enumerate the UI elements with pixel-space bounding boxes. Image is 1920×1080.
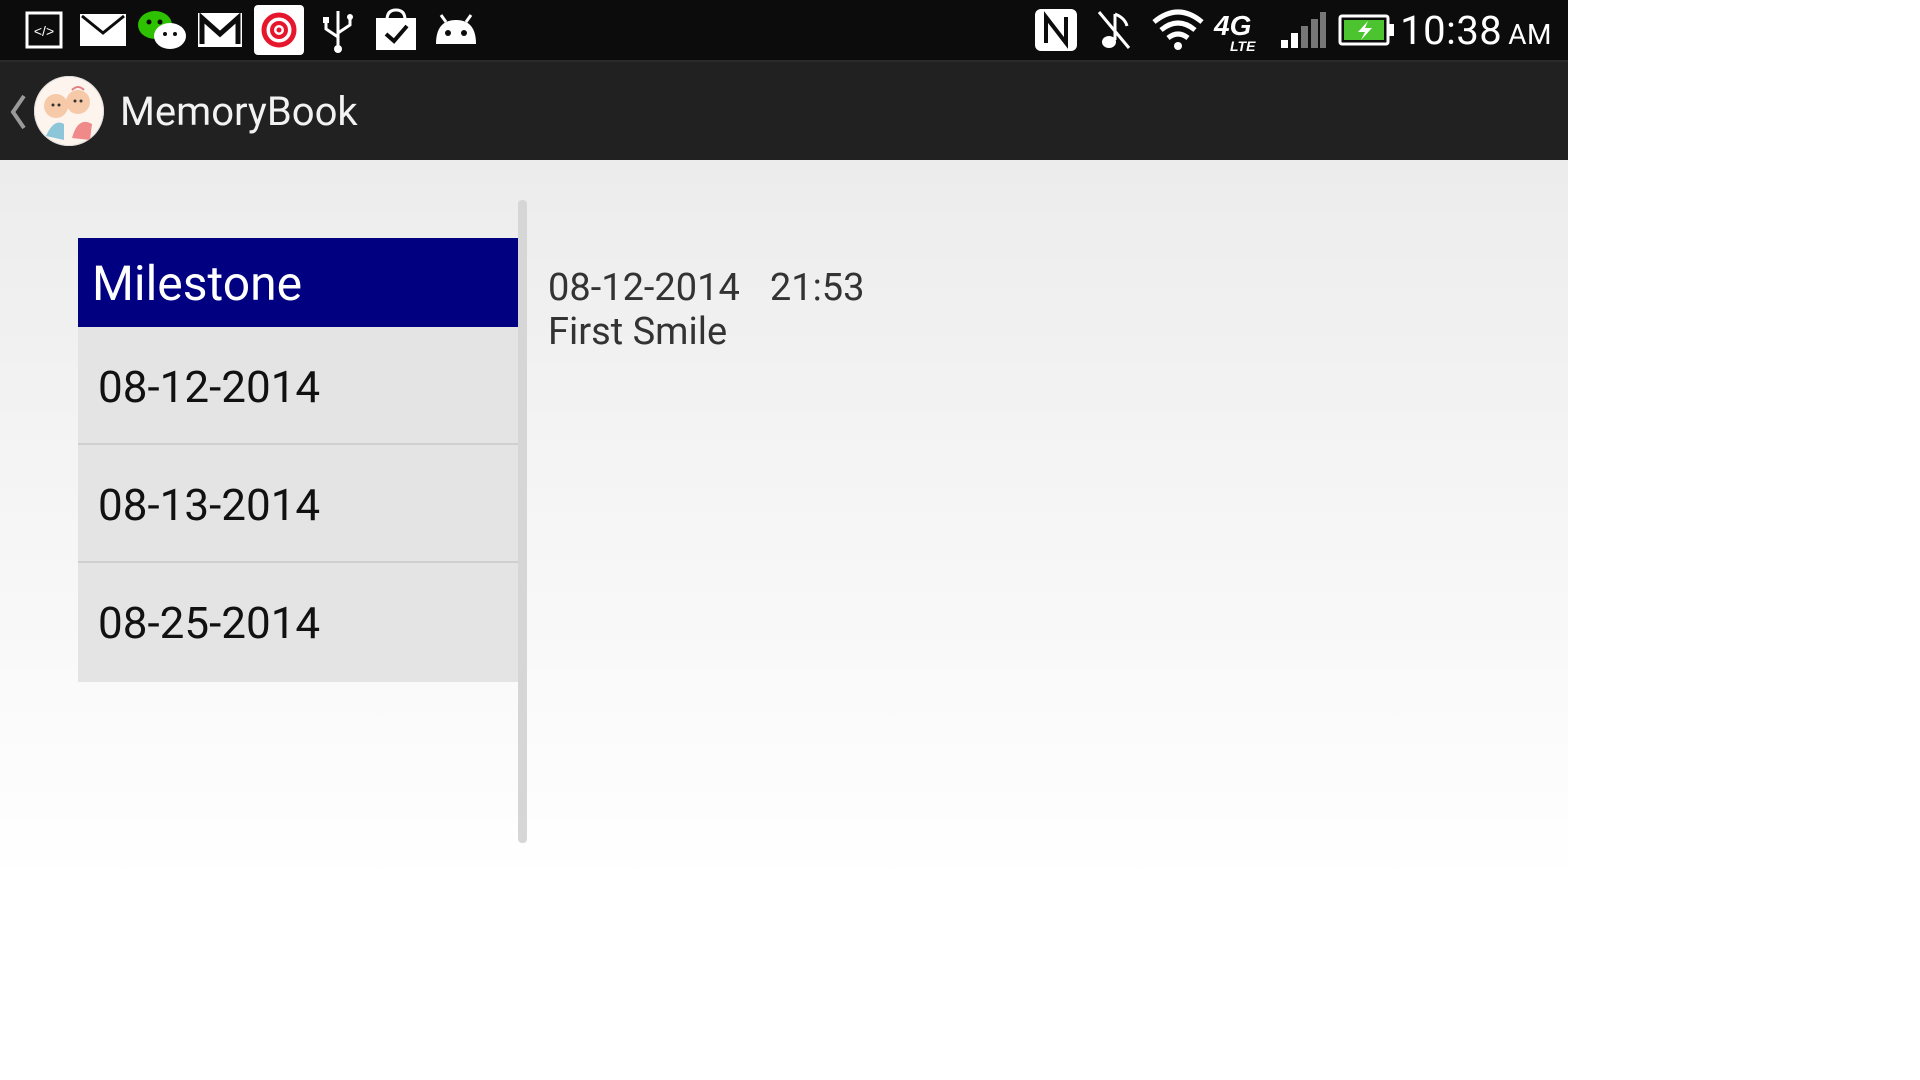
- gmail-icon: [196, 7, 244, 53]
- list-header: Milestone: [78, 238, 518, 327]
- weibo-icon: [254, 5, 304, 55]
- svg-text:4G: 4G: [1213, 10, 1251, 41]
- list-item[interactable]: 08-12-2014: [78, 327, 518, 445]
- action-bar: MemoryBook: [0, 60, 1568, 160]
- content-area: Milestone 08-12-2014 08-13-2014 08-25-20…: [0, 160, 1568, 882]
- android-icon: [432, 7, 480, 53]
- pane-divider: [518, 200, 527, 843]
- clock-time: 10:38: [1400, 7, 1503, 54]
- list-item[interactable]: 08-25-2014: [78, 563, 518, 682]
- svg-text:</>: </>: [34, 23, 54, 39]
- nfc-icon: [1032, 7, 1080, 53]
- battery-charging-icon: [1338, 7, 1396, 53]
- wechat-icon: [136, 7, 188, 53]
- milestone-list: Milestone 08-12-2014 08-13-2014 08-25-20…: [78, 238, 518, 682]
- mute-icon: [1094, 7, 1134, 53]
- list-item[interactable]: 08-13-2014: [78, 445, 518, 563]
- app-logo[interactable]: [34, 76, 104, 146]
- wifi-icon: [1150, 7, 1206, 53]
- svg-text:LTE: LTE: [1230, 38, 1256, 53]
- up-caret-icon[interactable]: [8, 92, 28, 132]
- status-bar: </> 4G LTE 10:38 AM: [0, 0, 1568, 60]
- lte-icon: 4G LTE: [1212, 7, 1266, 53]
- code-icon: </>: [24, 7, 64, 53]
- app-title: MemoryBook: [120, 88, 358, 135]
- signal-icon: [1278, 7, 1328, 53]
- detail-time: 21:53: [769, 266, 865, 310]
- bag-check-icon: [372, 7, 420, 53]
- detail-date: 08-12-2014: [548, 266, 740, 310]
- usb-icon: [318, 7, 358, 53]
- status-clock: 10:38 AM: [1400, 8, 1552, 58]
- clock-ampm: AM: [1508, 18, 1552, 51]
- detail-datetime: 08-12-2014 21:53: [548, 266, 895, 310]
- detail-title: First Smile: [548, 310, 728, 354]
- detail-pane: 08-12-2014 21:53 First Smile: [548, 266, 895, 354]
- mail-icon: [78, 7, 128, 53]
